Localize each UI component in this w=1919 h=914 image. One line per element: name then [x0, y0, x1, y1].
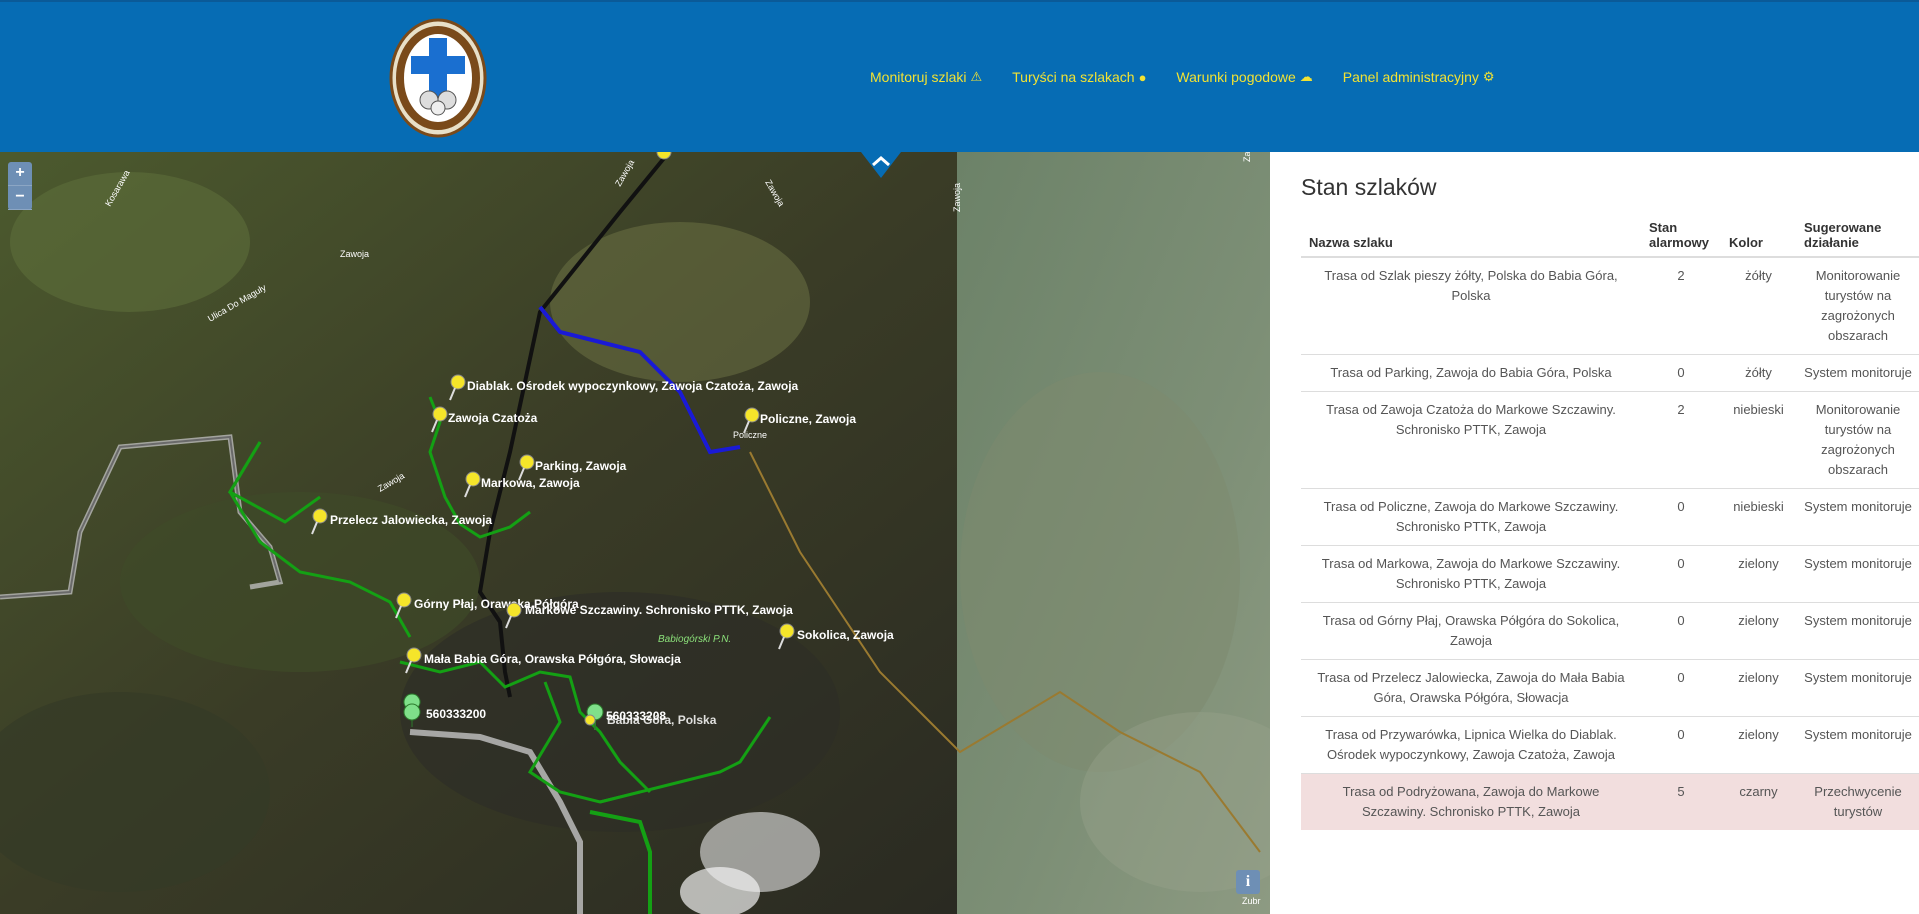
cell-name: Trasa od Podryżowana, Zawoja do Markowe … — [1301, 773, 1641, 830]
nav-label: Panel administracyjny — [1342, 69, 1479, 85]
pin-label: Mała Babia Góra, Orawska Półgóra, Słowac… — [424, 652, 681, 666]
pin-label: Parking, Zawoja — [535, 459, 627, 473]
cell-name: Trasa od Parking, Zawoja do Babia Góra, … — [1301, 354, 1641, 392]
cell-action: Przechwycenie turystów — [1796, 773, 1919, 830]
cell-color: zielony — [1721, 716, 1796, 774]
nav-tourists[interactable]: Turyści na szlakach ● — [1012, 69, 1146, 85]
panel-title: Stan szlaków — [1301, 174, 1437, 200]
nav-label: Warunki pogodowe — [1176, 69, 1296, 85]
cell-alarm: 0 — [1641, 659, 1721, 717]
zoom-out-button[interactable]: − — [8, 186, 32, 210]
main-nav: Monitoruj szlaki ⚠ Turyści na szlakach ●… — [870, 69, 1525, 85]
cell-action: System monitoruje — [1796, 716, 1919, 774]
cell-name: Trasa od Przelecz Jalowiecka, Zawoja do … — [1301, 659, 1641, 717]
park-label: Babiogórski P.N. — [658, 634, 731, 645]
cell-alarm: 0 — [1641, 545, 1721, 603]
collapse-header-toggle[interactable] — [861, 152, 901, 178]
cell-alarm: 0 — [1641, 602, 1721, 660]
pin-label: Markowe Szczawiny. Schronisko PTTK, Zawo… — [525, 603, 793, 617]
cell-color: żółty — [1721, 354, 1796, 392]
cell-name: Trasa od Przywarówka, Lipnica Wielka do … — [1301, 716, 1641, 774]
cell-action: System monitoruje — [1796, 545, 1919, 603]
cell-name: Trasa od Policzne, Zawoja do Markowe Szc… — [1301, 488, 1641, 546]
column-header: Stan alarmowy — [1641, 214, 1721, 258]
map-info-button[interactable]: i — [1236, 870, 1260, 894]
trails-status-panel: Stan szlaków Nazwa szlaku Stan alarmowy … — [1270, 152, 1919, 914]
table-row[interactable]: Trasa od Przywarówka, Lipnica Wielka do … — [1301, 716, 1919, 774]
map-canvas[interactable]: Kosarawa Zawoja Ulica Do Maguły Zawoja Z… — [0, 152, 1270, 914]
table-row[interactable]: Trasa od Górny Płaj, Orawska Półgóra do … — [1301, 602, 1919, 660]
table-row[interactable]: Trasa od Policzne, Zawoja do Markowe Szc… — [1301, 488, 1919, 546]
cell-name: Trasa od Zawoja Czatoża do Markowe Szcza… — [1301, 391, 1641, 489]
cell-color: czarny — [1721, 773, 1796, 830]
gopr-logo[interactable] — [389, 18, 487, 138]
pin-label: Babia Góra, Polska — [607, 713, 717, 727]
nav-admin-panel[interactable]: Panel administracyjny ⚙ — [1343, 69, 1495, 85]
warning-icon: ⚠ — [970, 69, 983, 84]
nav-label: Turyści na szlakach — [1012, 69, 1135, 85]
cell-alarm: 2 — [1641, 256, 1721, 355]
cell-action: System monitoruje — [1796, 354, 1919, 392]
cell-action: System monitoruje — [1796, 488, 1919, 546]
column-header: Sugerowane działanie — [1796, 214, 1919, 258]
column-header: Nazwa szlaku — [1301, 214, 1641, 258]
nav-label: Monitoruj szlaki — [870, 69, 967, 85]
table-row[interactable]: Trasa od Parking, Zawoja do Babia Góra, … — [1301, 354, 1919, 392]
cell-action: Monitorowanie turystów na zagrożonych ob… — [1796, 391, 1919, 489]
table-row[interactable]: Trasa od Przelecz Jalowiecka, Zawoja do … — [1301, 659, 1919, 717]
pin-label: Diablak. Ośrodek wypoczynkowy, Zawoja Cz… — [467, 379, 799, 393]
street-label: Policzne — [733, 430, 767, 440]
cell-alarm: 0 — [1641, 716, 1721, 774]
cell-color: niebieski — [1721, 391, 1796, 489]
map-attribution: Zubr — [1242, 896, 1261, 906]
nav-weather[interactable]: Warunki pogodowe ☁ — [1176, 69, 1312, 85]
pin-label: Zawoja Czatoża — [448, 411, 538, 425]
street-label: Zawoja — [952, 183, 962, 212]
zoom-in-button[interactable]: + — [8, 162, 32, 186]
table-row[interactable]: Trasa od Szlak pieszy żółty, Polska do B… — [1301, 256, 1919, 355]
pin-label: Sokolica, Zawoja — [797, 628, 894, 642]
pin-label: Policzne, Zawoja — [760, 412, 856, 426]
gear-icon: ⚙ — [1482, 69, 1495, 84]
table-row[interactable]: Trasa od Zawoja Czatoża do Markowe Szcza… — [1301, 391, 1919, 489]
cell-color: zielony — [1721, 545, 1796, 603]
cell-name: Trasa od Markowa, Zawoja do Markowe Szcz… — [1301, 545, 1641, 603]
cell-name: Trasa od Szlak pieszy żółty, Polska do B… — [1301, 256, 1641, 355]
column-header: Kolor — [1721, 214, 1796, 258]
top-navbar: Monitoruj szlaki ⚠ Turyści na szlakach ●… — [0, 0, 1919, 152]
nav-monitor-trails[interactable]: Monitoruj szlaki ⚠ — [870, 69, 982, 85]
pin-label: Przelecz Jalowiecka, Zawoja — [330, 513, 492, 527]
cell-color: zielony — [1721, 602, 1796, 660]
map-pin[interactable] — [584, 714, 596, 726]
cell-alarm: 5 — [1641, 773, 1721, 830]
zoom-control: + − — [8, 162, 32, 210]
cell-action: System monitoruje — [1796, 602, 1919, 660]
pin-label: Markowa, Zawoja — [481, 476, 580, 490]
user-icon: ● — [1138, 69, 1147, 85]
cell-name: Trasa od Górny Płaj, Orawska Półgóra do … — [1301, 602, 1641, 660]
cell-color: żółty — [1721, 256, 1796, 355]
cell-action: Monitorowanie turystów na zagrożonych ob… — [1796, 256, 1919, 355]
sensor-label: 560333200 — [426, 707, 486, 721]
cloud-icon: ☁ — [1299, 69, 1313, 84]
cell-alarm: 0 — [1641, 354, 1721, 392]
cell-color: zielony — [1721, 659, 1796, 717]
cell-alarm: 2 — [1641, 391, 1721, 489]
cell-action: System monitoruje — [1796, 659, 1919, 717]
trails-status-table: Nazwa szlaku Stan alarmowy Kolor Sugerow… — [1301, 214, 1919, 830]
trail-map[interactable]: Kosarawa Zawoja Ulica Do Maguły Zawoja Z… — [0, 152, 1270, 914]
street-label: Zawoja — [340, 249, 369, 259]
cell-color: niebieski — [1721, 488, 1796, 546]
cell-alarm: 0 — [1641, 488, 1721, 546]
street-label: Zawoja — [1242, 152, 1252, 162]
table-row[interactable]: Trasa od Podryżowana, Zawoja do Markowe … — [1301, 773, 1919, 830]
table-row[interactable]: Trasa od Markowa, Zawoja do Markowe Szcz… — [1301, 545, 1919, 603]
